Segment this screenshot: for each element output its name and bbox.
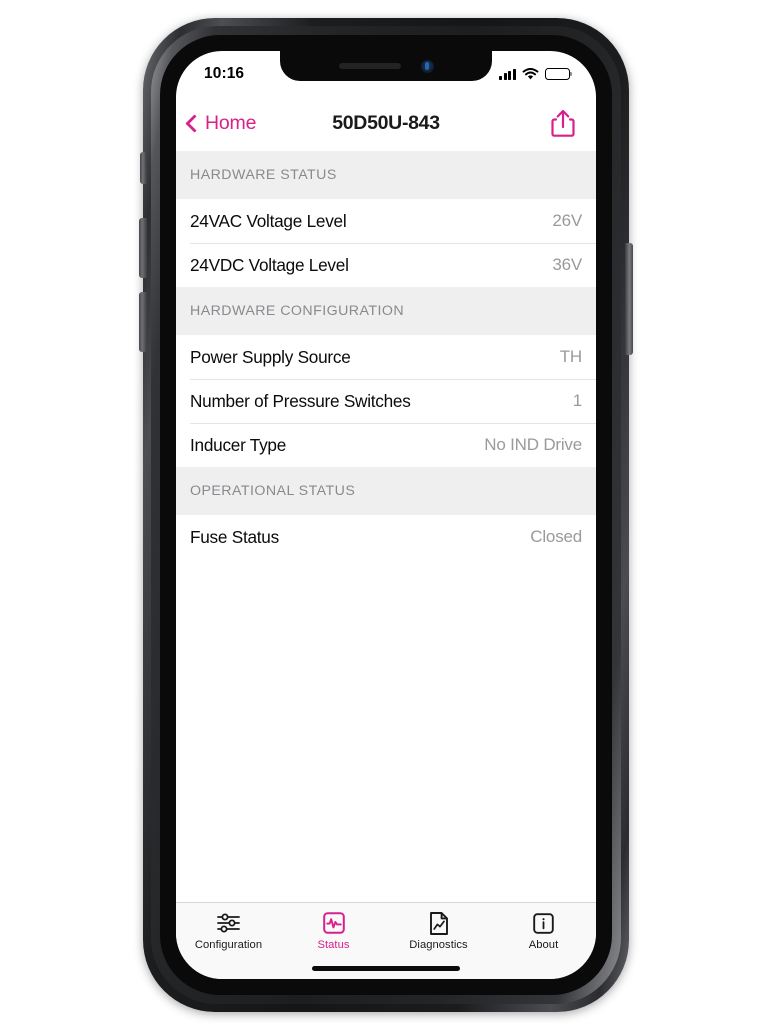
battery-full-icon [545, 68, 570, 80]
row-label: Power Supply Source [190, 346, 351, 367]
row-value: 36V [552, 255, 582, 274]
mute-switch-button[interactable] [140, 152, 147, 184]
back-button[interactable]: Home [176, 112, 256, 135]
row-value: No IND Drive [484, 435, 582, 454]
phone-screen: 10:16 Home 50D50U-843 HARDWARE STATUS 24… [176, 51, 596, 979]
back-button-label: Home [205, 111, 257, 134]
section-header: HARDWARE STATUS [176, 151, 596, 199]
phone-mockup: 10:16 Home 50D50U-843 HARDWARE STATUS 24… [0, 0, 771, 1029]
volume-up-button[interactable] [139, 218, 147, 278]
table-row[interactable]: Inducer Type No IND Drive [176, 423, 596, 467]
status-bar-icons [499, 67, 570, 81]
row-value: Closed [530, 527, 582, 546]
row-label: Number of Pressure Switches [190, 390, 411, 411]
pulse-waveform-icon [322, 910, 346, 936]
row-label: Fuse Status [190, 526, 279, 547]
row-label: Inducer Type [190, 434, 287, 455]
volume-down-button[interactable] [139, 292, 147, 352]
tab-label-status: Status [317, 939, 350, 951]
chevron-left-icon [185, 113, 204, 133]
navigation-bar: Home 50D50U-843 [176, 95, 596, 151]
row-value: 1 [572, 391, 582, 410]
table-row[interactable]: 24VAC Voltage Level 26V [176, 199, 596, 243]
tab-label-diagnostics: Diagnostics [409, 939, 468, 951]
tab-about[interactable]: About [491, 910, 596, 951]
table-row[interactable]: Number of Pressure Switches 1 [176, 379, 596, 423]
section-header: OPERATIONAL STATUS [176, 467, 596, 515]
tab-label-configuration: Configuration [194, 939, 263, 951]
share-icon [551, 109, 575, 137]
row-label: 24VDC Voltage Level [190, 254, 349, 275]
cellular-signal-icon [499, 68, 516, 80]
info-square-icon [532, 910, 555, 936]
tab-configuration[interactable]: Configuration [176, 910, 281, 951]
table-row[interactable]: Fuse Status Closed [176, 515, 596, 559]
document-chart-icon [428, 910, 450, 936]
notch [280, 51, 492, 81]
row-value: 26V [552, 211, 582, 230]
wifi-icon [522, 67, 539, 79]
row-label: 24VAC Voltage Level [190, 210, 347, 231]
home-indicator[interactable] [312, 965, 460, 971]
settings-list[interactable]: HARDWARE STATUS 24VAC Voltage Level 26V 24V… [176, 151, 596, 902]
tab-label-about: About [528, 939, 559, 951]
sliders-icon [216, 910, 241, 936]
section-header: HARDWARE CONFIGURATION [176, 287, 596, 335]
tab-diagnostics[interactable]: Diagnostics [386, 910, 491, 951]
row-value: TH [559, 347, 582, 366]
status-bar-time: 10:16 [204, 65, 245, 82]
front-camera-icon [420, 59, 434, 73]
earpiece-speaker-icon [338, 63, 401, 69]
tab-status[interactable]: Status [281, 910, 386, 951]
table-row[interactable]: 24VDC Voltage Level 36V [176, 243, 596, 287]
share-button[interactable] [550, 108, 596, 138]
table-row[interactable]: Power Supply Source TH [176, 335, 596, 379]
power-button[interactable] [625, 243, 633, 355]
